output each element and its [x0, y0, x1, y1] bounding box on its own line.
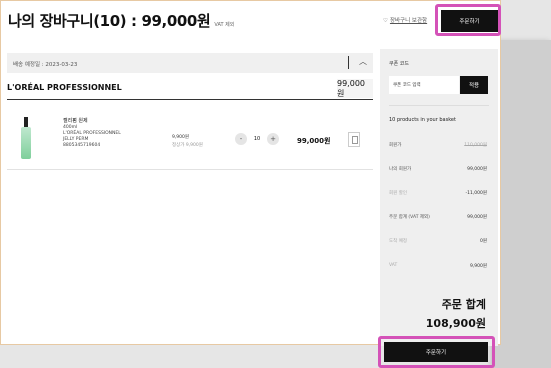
- shipment-date: 배송 예정일 : 2023-03-23: [13, 62, 78, 68]
- coupon-input[interactable]: 쿠폰 코드 입력: [389, 76, 459, 94]
- unit-price-value: 9,900원: [172, 135, 190, 140]
- coupon-label: 쿠폰 코드: [389, 61, 409, 67]
- product-info: 젤리펌 원제 400ml L'ORÉAL PROFESSIONNEL JELLY…: [63, 118, 121, 149]
- line-total: 99,000원: [297, 137, 331, 145]
- heart-icon: ♡: [383, 18, 388, 24]
- cart-item-row: 젤리펌 원제 400ml L'ORÉAL PROFESSIONNEL JELLY…: [7, 109, 373, 170]
- shipment-bar: 배송 예정일 : 2023-03-23 ︿: [7, 53, 373, 73]
- product-name[interactable]: 젤리펌 원제: [63, 118, 121, 124]
- summary-row-label: VAT: [389, 263, 398, 268]
- wishlist-link-label: 장바구니 보관함: [389, 18, 428, 24]
- bottle-cap: [24, 117, 28, 127]
- summary-row-label: 나의 회원가: [389, 167, 412, 172]
- trash-icon[interactable]: [348, 132, 360, 147]
- shipment-divider: [348, 56, 349, 69]
- summary-row-label: 도착 예정: [389, 239, 407, 244]
- cart-page: 나의 장바구니(10) : 99,000원 VAT 제외 ♡ 장바구니 보관함 주문…: [0, 0, 501, 346]
- product-code: 8805345719604: [63, 143, 101, 148]
- order-summary: 쿠폰 코드 쿠폰 코드 입력 적용 10 products in your ba…: [380, 49, 498, 346]
- summary-row-member-price: 회원가 110,000원: [389, 142, 487, 148]
- highlight-frame-bottom: [378, 336, 495, 368]
- summary-row-label: 회원가: [389, 143, 402, 148]
- summary-row-label: 회원 할인: [389, 191, 407, 196]
- bottle-body: [21, 127, 31, 159]
- summary-row-shipping: 도착 예정 0원: [389, 238, 487, 244]
- unit-price: 9,900원 정상가 9,900원: [172, 134, 203, 150]
- summary-row-value: -11,000원: [465, 191, 487, 196]
- unit-price-sub: 정상가 9,900원: [172, 143, 203, 148]
- chevron-up-icon[interactable]: ︿: [359, 56, 367, 67]
- brand-name: L'ORÉAL PROFESSIONNEL: [7, 83, 122, 92]
- apply-coupon-button[interactable]: 적용: [460, 76, 488, 94]
- summary-row-value: 110,000원: [464, 143, 487, 148]
- quantity-stepper: - 10 +: [235, 132, 279, 146]
- summary-row-my-price: 나의 회원가 99,000원: [389, 166, 487, 172]
- summary-row-discount: 회원 할인 -11,000원: [389, 190, 487, 196]
- summary-divider: [389, 105, 489, 106]
- trash-icon-body: [352, 136, 358, 144]
- brand-subtotal: 99,000원: [337, 79, 373, 98]
- total-value: 108,900원: [425, 317, 486, 330]
- increase-button[interactable]: +: [267, 133, 279, 145]
- decrease-button[interactable]: -: [235, 133, 247, 145]
- product-image[interactable]: [20, 117, 32, 161]
- summary-row-value: 99,000원: [467, 215, 487, 220]
- summary-row-value: 0원: [479, 239, 487, 244]
- page-title: 나의 장바구니(10) : 99,000원 VAT 제외: [8, 10, 234, 31]
- vat-note: VAT 제외: [214, 22, 235, 28]
- total-label: 주문 합계: [441, 298, 486, 311]
- summary-row-value: 9,900원: [469, 264, 487, 269]
- background-card: [494, 40, 551, 368]
- summary-row-value: 99,000원: [467, 167, 487, 172]
- cart-title-text: 나의 장바구니(10) : 99,000원: [8, 12, 211, 30]
- summary-row-label: 주문 합계 (VAT 제외): [389, 215, 430, 220]
- highlight-frame-top: [435, 4, 501, 36]
- summary-row-subtotal: 주문 합계 (VAT 제외) 99,000원: [389, 214, 487, 220]
- wishlist-link[interactable]: ♡ 장바구니 보관함: [383, 16, 427, 24]
- brand-group-header: L'ORÉAL PROFESSIONNEL 99,000원: [7, 79, 373, 100]
- basket-count: 10 products in your basket: [389, 117, 456, 123]
- summary-row-vat: VAT 9,900원: [389, 263, 487, 269]
- quantity-value[interactable]: 10: [249, 133, 265, 145]
